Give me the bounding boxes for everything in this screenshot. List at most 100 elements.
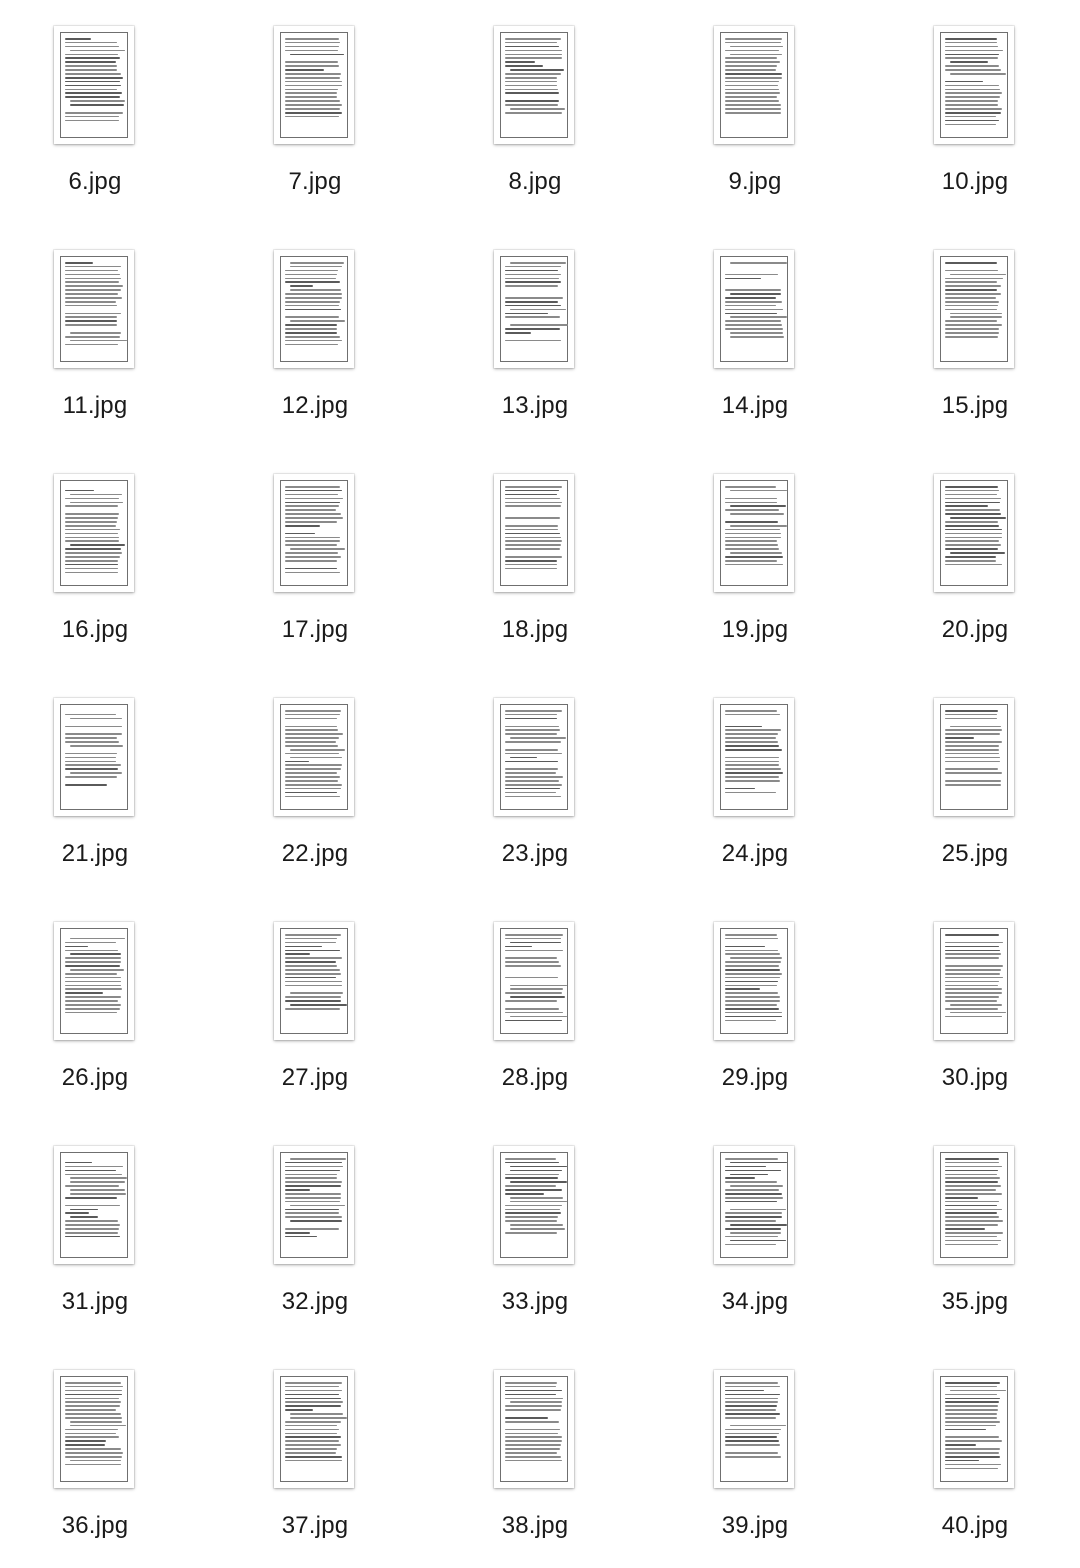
file-name-label[interactable]: 12.jpg xyxy=(215,392,415,420)
file-name-label[interactable]: 23.jpg xyxy=(435,840,635,868)
file-name-label[interactable]: 11.jpg xyxy=(0,392,195,420)
file-item[interactable]: 16.jpg xyxy=(0,448,195,648)
file-name-label[interactable]: 31.jpg xyxy=(0,1288,195,1316)
file-item[interactable]: 7.jpg xyxy=(215,0,415,200)
file-item[interactable]: 14.jpg xyxy=(655,224,855,424)
document-thumbnail-icon[interactable] xyxy=(54,474,134,592)
file-item[interactable]: 36.jpg xyxy=(0,1344,195,1544)
file-item[interactable]: 30.jpg xyxy=(875,896,1075,1096)
file-name-label[interactable]: 27.jpg xyxy=(215,1064,415,1092)
file-name-label[interactable]: 40.jpg xyxy=(875,1512,1075,1540)
file-name-label[interactable]: 38.jpg xyxy=(435,1512,635,1540)
file-item[interactable]: 21.jpg xyxy=(0,672,195,872)
document-thumbnail-icon[interactable] xyxy=(494,1370,574,1488)
document-thumbnail-icon[interactable] xyxy=(274,698,354,816)
file-item[interactable]: 33.jpg xyxy=(435,1120,635,1320)
file-name-label[interactable]: 26.jpg xyxy=(0,1064,195,1092)
file-name-label[interactable]: 28.jpg xyxy=(435,1064,635,1092)
file-item[interactable]: 38.jpg xyxy=(435,1344,635,1544)
document-thumbnail-icon[interactable] xyxy=(274,1146,354,1264)
file-name-label[interactable]: 36.jpg xyxy=(0,1512,195,1540)
file-name-label[interactable]: 15.jpg xyxy=(875,392,1075,420)
file-name-label[interactable]: 16.jpg xyxy=(0,616,195,644)
document-thumbnail-icon[interactable] xyxy=(274,1370,354,1488)
file-item[interactable]: 25.jpg xyxy=(875,672,1075,872)
document-thumbnail-icon[interactable] xyxy=(934,1146,1014,1264)
document-thumbnail-icon[interactable] xyxy=(714,1146,794,1264)
file-item[interactable]: 35.jpg xyxy=(875,1120,1075,1320)
document-thumbnail-icon[interactable] xyxy=(274,474,354,592)
document-thumbnail-icon[interactable] xyxy=(934,698,1014,816)
document-thumbnail-icon[interactable] xyxy=(54,698,134,816)
file-item[interactable]: 13.jpg xyxy=(435,224,635,424)
document-thumbnail-icon[interactable] xyxy=(934,922,1014,1040)
document-thumbnail-icon[interactable] xyxy=(714,1370,794,1488)
document-thumbnail-icon[interactable] xyxy=(714,698,794,816)
file-name-label[interactable]: 9.jpg xyxy=(655,168,855,196)
document-thumbnail-icon[interactable] xyxy=(494,922,574,1040)
file-item[interactable]: 28.jpg xyxy=(435,896,635,1096)
file-item[interactable]: 23.jpg xyxy=(435,672,635,872)
document-thumbnail-icon[interactable] xyxy=(494,474,574,592)
document-thumbnail-icon[interactable] xyxy=(494,250,574,368)
file-name-label[interactable]: 13.jpg xyxy=(435,392,635,420)
file-name-label[interactable]: 29.jpg xyxy=(655,1064,855,1092)
file-name-label[interactable]: 21.jpg xyxy=(0,840,195,868)
document-thumbnail-icon[interactable] xyxy=(714,474,794,592)
file-item[interactable]: 19.jpg xyxy=(655,448,855,648)
document-thumbnail-icon[interactable] xyxy=(934,26,1014,144)
file-item[interactable]: 32.jpg xyxy=(215,1120,415,1320)
file-item[interactable]: 22.jpg xyxy=(215,672,415,872)
file-name-label[interactable]: 32.jpg xyxy=(215,1288,415,1316)
file-item[interactable]: 34.jpg xyxy=(655,1120,855,1320)
file-item[interactable]: 17.jpg xyxy=(215,448,415,648)
file-name-label[interactable]: 25.jpg xyxy=(875,840,1075,868)
file-item[interactable]: 26.jpg xyxy=(0,896,195,1096)
file-name-label[interactable]: 30.jpg xyxy=(875,1064,1075,1092)
file-item[interactable]: 24.jpg xyxy=(655,672,855,872)
document-thumbnail-icon[interactable] xyxy=(274,26,354,144)
document-thumbnail-icon[interactable] xyxy=(54,250,134,368)
document-thumbnail-icon[interactable] xyxy=(494,1146,574,1264)
file-item[interactable]: 39.jpg xyxy=(655,1344,855,1544)
file-item[interactable]: 12.jpg xyxy=(215,224,415,424)
file-name-label[interactable]: 17.jpg xyxy=(215,616,415,644)
file-item[interactable]: 11.jpg xyxy=(0,224,195,424)
file-item[interactable]: 6.jpg xyxy=(0,0,195,200)
document-thumbnail-icon[interactable] xyxy=(54,1146,134,1264)
file-name-label[interactable]: 8.jpg xyxy=(435,168,635,196)
file-item[interactable]: 31.jpg xyxy=(0,1120,195,1320)
file-name-label[interactable]: 22.jpg xyxy=(215,840,415,868)
file-name-label[interactable]: 24.jpg xyxy=(655,840,855,868)
document-thumbnail-icon[interactable] xyxy=(274,250,354,368)
file-name-label[interactable]: 7.jpg xyxy=(215,168,415,196)
file-name-label[interactable]: 10.jpg xyxy=(875,168,1075,196)
document-thumbnail-icon[interactable] xyxy=(494,26,574,144)
file-item[interactable]: 15.jpg xyxy=(875,224,1075,424)
file-item[interactable]: 37.jpg xyxy=(215,1344,415,1544)
file-item[interactable]: 40.jpg xyxy=(875,1344,1075,1544)
file-name-label[interactable]: 18.jpg xyxy=(435,616,635,644)
file-name-label[interactable]: 6.jpg xyxy=(0,168,195,196)
file-item[interactable]: 27.jpg xyxy=(215,896,415,1096)
document-thumbnail-icon[interactable] xyxy=(274,922,354,1040)
document-thumbnail-icon[interactable] xyxy=(54,922,134,1040)
file-item[interactable]: 20.jpg xyxy=(875,448,1075,648)
document-thumbnail-icon[interactable] xyxy=(934,1370,1014,1488)
file-name-label[interactable]: 39.jpg xyxy=(655,1512,855,1540)
file-name-label[interactable]: 35.jpg xyxy=(875,1288,1075,1316)
document-thumbnail-icon[interactable] xyxy=(714,26,794,144)
file-item[interactable]: 8.jpg xyxy=(435,0,635,200)
document-thumbnail-icon[interactable] xyxy=(714,250,794,368)
file-name-label[interactable]: 19.jpg xyxy=(655,616,855,644)
document-thumbnail-icon[interactable] xyxy=(934,474,1014,592)
file-name-label[interactable]: 34.jpg xyxy=(655,1288,855,1316)
document-thumbnail-icon[interactable] xyxy=(934,250,1014,368)
file-item[interactable]: 18.jpg xyxy=(435,448,635,648)
document-thumbnail-icon[interactable] xyxy=(54,1370,134,1488)
file-name-label[interactable]: 37.jpg xyxy=(215,1512,415,1540)
file-name-label[interactable]: 33.jpg xyxy=(435,1288,635,1316)
document-thumbnail-icon[interactable] xyxy=(714,922,794,1040)
file-item[interactable]: 10.jpg xyxy=(875,0,1075,200)
file-name-label[interactable]: 14.jpg xyxy=(655,392,855,420)
